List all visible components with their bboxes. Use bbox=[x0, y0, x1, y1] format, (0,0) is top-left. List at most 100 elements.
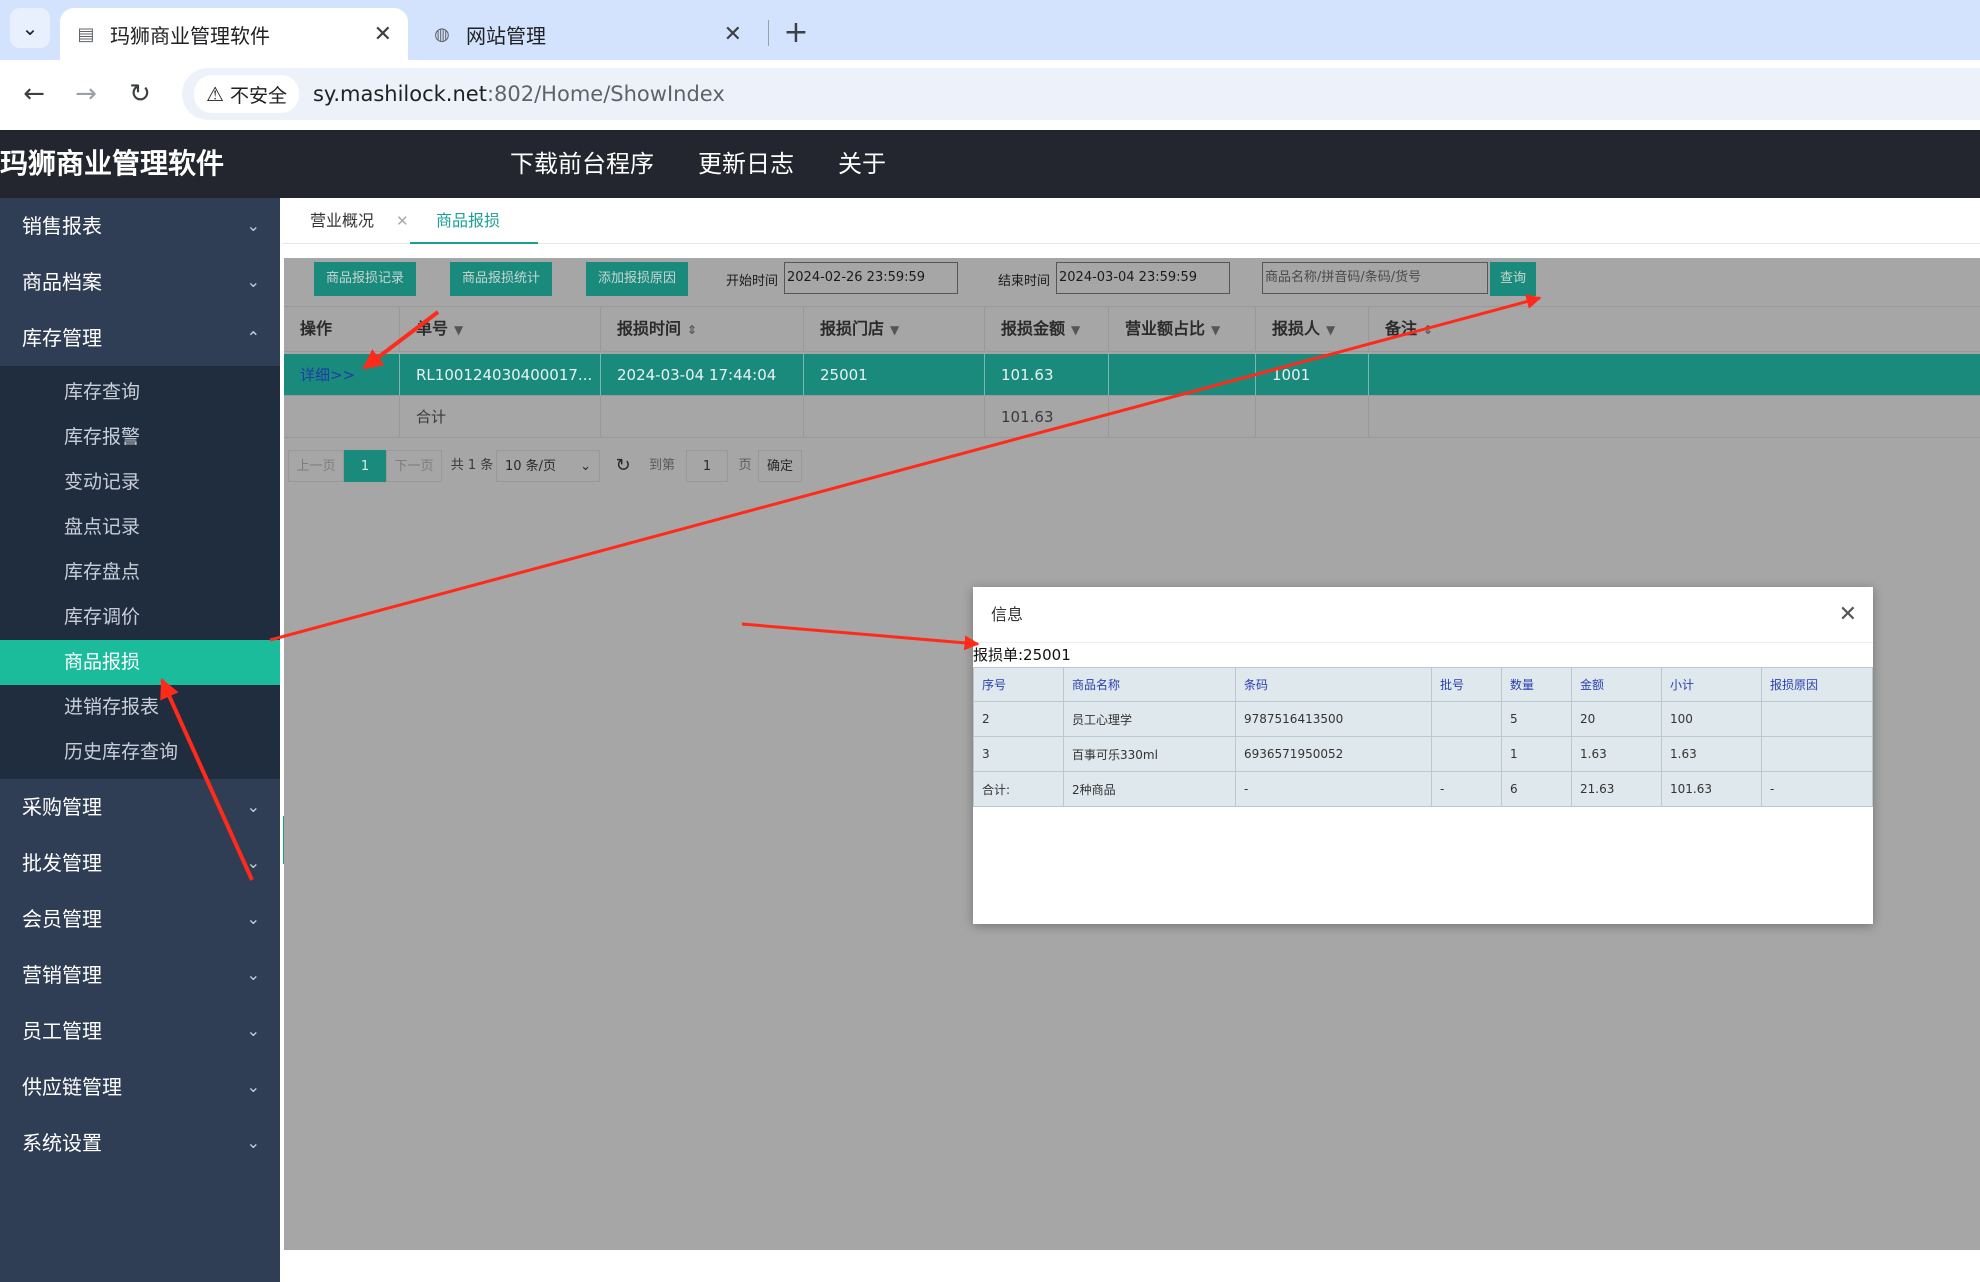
forward-arrow-icon[interactable]: → bbox=[66, 74, 106, 114]
tab-business-overview[interactable]: 营业概况 ✕ bbox=[310, 198, 409, 244]
new-tab-button[interactable]: + bbox=[776, 12, 816, 52]
tab-search-chevron-icon[interactable]: ⌄ bbox=[10, 8, 50, 48]
cell-barcode: 6936571950052 bbox=[1235, 736, 1432, 772]
close-tab-icon[interactable]: ✕ bbox=[374, 22, 392, 47]
sidebar-item-inventory[interactable]: 库存管理 ⌃ bbox=[0, 310, 280, 366]
sidebar-item-settings[interactable]: 系统设置 ⌄ bbox=[0, 1115, 280, 1171]
sidebar-item-label: 批发管理 bbox=[22, 851, 102, 875]
page-button-current[interactable]: 1 bbox=[344, 450, 386, 482]
tab-damage-report[interactable]: 商品报损✕ bbox=[410, 198, 538, 276]
goto-page-input[interactable]: 1 bbox=[686, 450, 728, 482]
cell-batch: - bbox=[1431, 771, 1502, 807]
page-size-select[interactable]: 10 条/页 ⌄ bbox=[496, 450, 600, 482]
sidebar-subitem-stock-alert[interactable]: 库存报警 bbox=[0, 415, 280, 460]
col-damage-time[interactable]: 报损时间 ⇕ bbox=[601, 307, 804, 351]
detail-table-total-row: 合计: 2种商品 - - 6 21.63 101.63 - bbox=[973, 771, 1873, 807]
url-host: sy.mashilock.net bbox=[312, 82, 487, 106]
url-text[interactable]: sy.mashilock.net:802/Home/ShowIndex bbox=[313, 82, 725, 106]
cell-order-no: RL100124030400017... bbox=[400, 354, 601, 396]
close-icon[interactable]: ✕ bbox=[396, 212, 409, 230]
damage-records-button[interactable]: 商品报损记录 bbox=[314, 262, 417, 296]
dialog-header: 信息 ✕ bbox=[973, 587, 1873, 643]
close-icon[interactable]: ✕ bbox=[1839, 587, 1857, 643]
sidebar-subitem-inout-report[interactable]: 进销存报表 bbox=[0, 685, 280, 730]
cell-barcode: - bbox=[1235, 771, 1432, 807]
col-amount[interactable]: 报损金额 ▼ bbox=[985, 307, 1109, 351]
pagination: 上一页 1 下一页 共 1 条 10 条/页 ⌄ ↻ 到第 1 页 确定 bbox=[288, 450, 988, 482]
damage-stats-button[interactable]: 商品报损统计 bbox=[450, 262, 553, 296]
table-header: 操作 单号 ▼ 报损时间 ⇕ 报损门店 ▼ 报损金额 ▼ 营业额占比 ▼ 报损人 ▼ 备注 ⇕ bbox=[284, 306, 1980, 352]
sidebar-item-sales-report[interactable]: 销售报表 ⌄ bbox=[0, 198, 280, 254]
sidebar-item-wholesale[interactable]: 批发管理 ⌄ bbox=[0, 835, 280, 891]
filter-icon[interactable]: ▼ bbox=[1326, 323, 1335, 337]
cell-total-subtotal: 101.63 bbox=[1661, 771, 1762, 807]
cell-batch bbox=[1431, 736, 1502, 772]
col-label: 单号 bbox=[416, 319, 449, 338]
col-label: 备注 bbox=[1385, 319, 1418, 338]
sidebar-item-label: 销售报表 bbox=[22, 214, 102, 238]
sidebar-item-staff[interactable]: 员工管理 ⌄ bbox=[0, 1003, 280, 1059]
cell-subtotal: 1.63 bbox=[1661, 736, 1762, 772]
prev-page-button[interactable]: 上一页 bbox=[288, 450, 344, 482]
sidebar-item-members[interactable]: 会员管理 ⌄ bbox=[0, 891, 280, 947]
sidebar-subitem-count-records[interactable]: 盘点记录 bbox=[0, 505, 280, 550]
sort-icon[interactable]: ⇕ bbox=[1423, 323, 1433, 337]
refresh-icon[interactable]: ↻ bbox=[608, 450, 638, 482]
sidebar-subitem-stock-query[interactable]: 库存查询 bbox=[0, 370, 280, 415]
col-label: 报损时间 bbox=[617, 319, 682, 338]
filter-icon[interactable]: ▼ bbox=[1211, 323, 1220, 337]
cell-note bbox=[1369, 354, 1980, 396]
tab-separator bbox=[768, 20, 769, 46]
sidebar-subitem-damage-report[interactable]: 商品报损 bbox=[0, 640, 280, 685]
cell-empty bbox=[284, 396, 400, 438]
col-label: 操作 bbox=[300, 319, 333, 338]
col-qty: 数量 bbox=[1501, 667, 1572, 702]
nav-about[interactable]: 关于 bbox=[838, 130, 886, 198]
cell-batch bbox=[1431, 701, 1502, 737]
filter-icon[interactable]: ▼ bbox=[1071, 323, 1080, 337]
nav-download-client[interactable]: 下载前台程序 bbox=[510, 130, 654, 198]
col-order-no[interactable]: 单号 ▼ bbox=[400, 307, 601, 351]
total-count: 共 1 条 bbox=[450, 458, 494, 473]
start-time-input[interactable]: 2024-02-26 23:59:59 bbox=[784, 262, 958, 294]
detail-link[interactable]: 详细>> bbox=[284, 354, 400, 396]
goto-confirm-button[interactable]: 确定 bbox=[758, 450, 802, 482]
col-label: 报损门店 bbox=[820, 319, 885, 338]
product-search-input[interactable]: 商品名称/拼音码/条码/货号 bbox=[1262, 262, 1488, 294]
query-button[interactable]: 查询 bbox=[1490, 262, 1537, 296]
omnibox[interactable]: ⚠ 不安全 sy.mashilock.net:802/Home/ShowInde… bbox=[182, 68, 1980, 120]
sidebar-item-products[interactable]: 商品档案 ⌄ bbox=[0, 254, 280, 310]
col-reason: 报损原因 bbox=[1761, 667, 1873, 702]
reload-icon[interactable]: ↻ bbox=[120, 74, 160, 114]
sidebar: 销售报表 ⌄ 商品档案 ⌄ 库存管理 ⌃ 库存查询 库存报警 变动记录 盘点记录… bbox=[0, 198, 280, 1282]
sidebar-subitem-history-stock[interactable]: 历史库存查询 bbox=[0, 730, 280, 775]
col-store[interactable]: 报损门店 ▼ bbox=[804, 307, 985, 351]
end-time-input[interactable]: 2024-03-04 23:59:59 bbox=[1056, 262, 1230, 294]
col-seq: 序号 bbox=[973, 667, 1064, 702]
security-label: 不安全 bbox=[229, 84, 287, 107]
sidebar-subitem-price-adjust[interactable]: 库存调价 bbox=[0, 595, 280, 640]
sidebar-item-marketing[interactable]: 营销管理 ⌄ bbox=[0, 947, 280, 1003]
sidebar-subitem-change-log[interactable]: 变动记录 bbox=[0, 460, 280, 505]
tab-label: 营业概况 bbox=[310, 211, 375, 230]
back-arrow-icon[interactable]: ← bbox=[14, 74, 54, 114]
filter-icon[interactable]: ▼ bbox=[890, 323, 899, 337]
col-revenue-ratio[interactable]: 营业额占比 ▼ bbox=[1109, 307, 1256, 351]
add-damage-reason-button[interactable]: 添加报损原因 bbox=[586, 262, 689, 296]
nav-changelog[interactable]: 更新日志 bbox=[698, 130, 794, 198]
sidebar-item-supply-chain[interactable]: 供应链管理 ⌄ bbox=[0, 1059, 280, 1115]
col-label: 报损金额 bbox=[1001, 319, 1066, 338]
next-page-button[interactable]: 下一页 bbox=[386, 450, 442, 482]
col-person[interactable]: 报损人 ▼ bbox=[1256, 307, 1369, 351]
security-indicator[interactable]: ⚠ 不安全 bbox=[194, 75, 299, 113]
close-tab-icon[interactable]: ✕ bbox=[724, 22, 742, 47]
browser-tab-active[interactable]: ▤ 玛狮商业管理软件 ✕ bbox=[60, 8, 408, 60]
sidebar-item-purchasing[interactable]: 采购管理 ⌄ bbox=[0, 779, 280, 835]
browser-tab-inactive[interactable]: ◍ 网站管理 ✕ bbox=[418, 8, 758, 60]
sort-icon[interactable]: ⇕ bbox=[687, 323, 697, 337]
table-row[interactable]: 详细>> RL100124030400017... 2024-03-04 17:… bbox=[284, 354, 1980, 396]
page-favicon-icon: ▤ bbox=[77, 23, 95, 45]
filter-icon[interactable]: ▼ bbox=[454, 323, 463, 337]
sidebar-subitem-stocktake[interactable]: 库存盘点 bbox=[0, 550, 280, 595]
col-note[interactable]: 备注 ⇕ bbox=[1369, 307, 1980, 351]
